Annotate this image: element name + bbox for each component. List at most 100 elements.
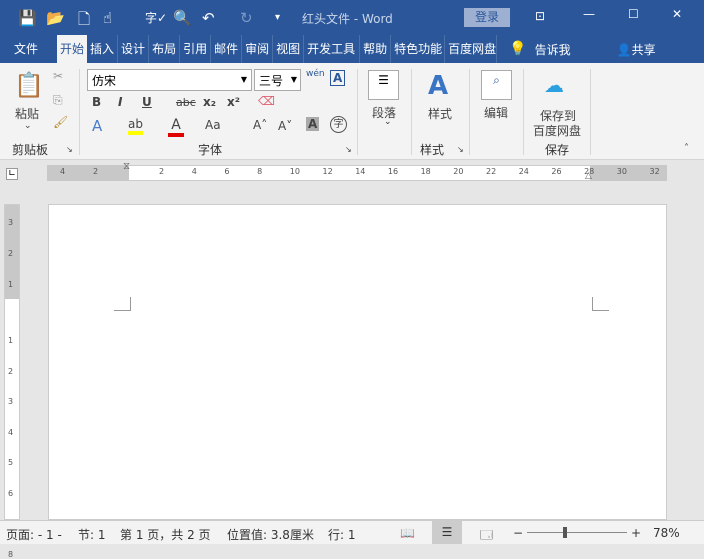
character-border-icon[interactable]: A	[330, 70, 346, 86]
customize-icon[interactable]: ▾	[275, 12, 280, 23]
ruler-tick-label: 16	[387, 167, 399, 176]
read-mode-icon[interactable]: 📖	[400, 526, 415, 540]
bold-button[interactable]: B	[92, 95, 101, 109]
cut-icon: ✂	[53, 69, 64, 83]
vruler-tick-label: 3	[8, 397, 14, 406]
touch-icon[interactable]: ☝	[103, 9, 112, 27]
grow-font-icon[interactable]: A˄	[253, 118, 267, 132]
right-indent-marker[interactable]: △	[585, 171, 592, 181]
ruler-tick-label: 4	[60, 167, 66, 176]
tab-home[interactable]: 开始	[57, 35, 88, 63]
tab-layout[interactable]: 布局	[149, 35, 181, 63]
ruler-tick-label: 32	[649, 167, 660, 176]
document-page[interactable]	[48, 204, 667, 520]
find-icon[interactable]: ⌕	[481, 70, 512, 100]
status-line[interactable]: 行: 1	[328, 526, 356, 543]
ribbon: 📋 粘贴 ⌄ ✂ ⎘ 🖌 剪贴板 ↘ 仿宋 ▼ 三号 ▼ wén A B I U a…	[0, 63, 704, 160]
subscript-button[interactable]: x₂	[203, 95, 216, 109]
collapse-ribbon-icon[interactable]: ˄	[684, 143, 689, 154]
new-icon[interactable]: 🗋	[78, 9, 90, 34]
save-icon[interactable]: 💾	[18, 9, 37, 27]
vruler-tick-label: 4	[8, 427, 14, 437]
tab-design[interactable]: 设计	[118, 35, 150, 63]
tab-selector[interactable]: ∟	[6, 168, 18, 180]
print-preview-icon[interactable]: 🔍	[173, 9, 192, 27]
maximize-button[interactable]: ☐	[628, 7, 639, 21]
copy-icon: ⎘	[53, 93, 63, 107]
enclose-characters-icon[interactable]: 字	[330, 116, 347, 133]
zoom-level[interactable]: 78%	[653, 526, 680, 540]
paragraph-icon[interactable]: ☰	[368, 70, 399, 100]
clear-formatting-icon[interactable]: ⌫	[258, 94, 275, 108]
tab-mailings[interactable]: 邮件	[211, 35, 243, 63]
undo-icon[interactable]: ↶	[202, 9, 215, 27]
lightbulb-icon: 💡	[509, 41, 527, 57]
tab-review[interactable]: 审阅	[242, 35, 274, 63]
font-launcher-icon[interactable]: ↘	[345, 145, 352, 154]
zoom-out-button[interactable]: −	[513, 526, 523, 540]
redo-icon: ↻	[240, 9, 253, 27]
strikethrough-button[interactable]: abc	[176, 96, 196, 109]
tab-insert[interactable]: 插入	[87, 35, 119, 63]
editing-button[interactable]: 编辑	[484, 104, 508, 121]
ribbon-tabs: 文件 开始 插入 设计 布局 引用 邮件 审阅 视图 开发工具 帮助 特色功能 …	[0, 35, 704, 63]
tab-view[interactable]: 视图	[273, 35, 305, 63]
underline-button[interactable]: U	[142, 95, 152, 109]
clipboard-launcher-icon[interactable]: ↘	[66, 145, 73, 154]
zoom-in-button[interactable]: +	[631, 526, 641, 540]
ruler-tick-label: 2	[93, 167, 99, 176]
format-painter-icon[interactable]: 🖌	[53, 115, 68, 129]
title-bar: 💾 📂 🗋 ☝ 字✓ 🔍 ↶ ↻ ▾ 红头文件 - Word 登录 ⊡ — ☐ …	[0, 0, 704, 35]
tab-baidu[interactable]: 百度网盘	[445, 35, 498, 63]
paste-dropdown[interactable]: ⌄	[24, 121, 32, 131]
ruler-tick-label: 22	[486, 167, 497, 176]
save-to-baidu-line2: 百度网盘	[533, 124, 582, 138]
styles-icon[interactable]: A	[428, 71, 448, 101]
styles-button[interactable]: 样式	[428, 105, 452, 122]
paste-button[interactable]: 粘贴	[15, 105, 39, 122]
tell-me[interactable]: 告诉我	[535, 41, 571, 58]
font-size-value: 三号	[259, 74, 284, 88]
print-layout-icon[interactable]: ☰	[432, 521, 462, 544]
spelling-icon[interactable]: 字✓	[145, 9, 167, 26]
login-button[interactable]: 登录	[464, 8, 510, 27]
close-button[interactable]: ✕	[672, 7, 682, 21]
zoom-slider-thumb[interactable]	[563, 527, 567, 538]
italic-button[interactable]: I	[118, 95, 122, 109]
open-icon[interactable]: 📂	[46, 9, 65, 27]
font-name-select[interactable]: 仿宋 ▼	[87, 69, 252, 91]
font-size-select[interactable]: 三号 ▼	[254, 69, 301, 91]
vruler-tick-label: 1	[8, 336, 14, 345]
status-position[interactable]: 位置值: 3.8厘米	[227, 526, 314, 543]
ruler-tick-label: 8	[257, 167, 263, 176]
highlight-icon[interactable]: ab	[128, 117, 143, 135]
share-button[interactable]: 👤共享	[617, 41, 656, 58]
tab-help[interactable]: 帮助	[360, 35, 392, 63]
character-shading-icon[interactable]: A	[306, 117, 320, 131]
change-case-button[interactable]: Aa	[205, 118, 221, 132]
superscript-button[interactable]: x²	[227, 95, 240, 109]
vruler-tick-label: 8	[8, 549, 14, 559]
shrink-font-icon[interactable]: A˅	[278, 119, 292, 133]
styles-launcher-icon[interactable]: ↘	[457, 145, 464, 154]
ribbon-display-icon[interactable]: ⊡	[535, 9, 545, 23]
phonetic-guide-icon[interactable]: wén	[306, 69, 325, 79]
minimize-button[interactable]: —	[583, 7, 595, 21]
ruler-tick-label: 26	[551, 167, 562, 176]
vruler-tick-label: 6	[8, 488, 14, 498]
tab-developer[interactable]: 开发工具	[304, 35, 361, 63]
tab-references[interactable]: 引用	[180, 35, 212, 63]
status-page[interactable]: 页面: - 1 -	[6, 526, 62, 543]
paste-icon[interactable]: 📋	[14, 71, 44, 99]
zoom-slider[interactable]	[527, 532, 627, 533]
indent-marker[interactable]: ⧖	[123, 161, 130, 172]
tab-file[interactable]: 文件	[0, 35, 52, 63]
tab-special[interactable]: 特色功能	[391, 35, 446, 63]
margin-mark-left	[114, 297, 131, 311]
status-pages[interactable]: 第 1 页，共 2 页	[120, 526, 211, 543]
vruler-tick-label: 3	[8, 218, 14, 227]
text-effects-icon[interactable]: A	[92, 117, 102, 135]
paragraph-dropdown[interactable]: ⌄	[384, 117, 392, 127]
status-section[interactable]: 节: 1	[78, 526, 106, 543]
font-color-icon[interactable]: A	[168, 117, 184, 137]
